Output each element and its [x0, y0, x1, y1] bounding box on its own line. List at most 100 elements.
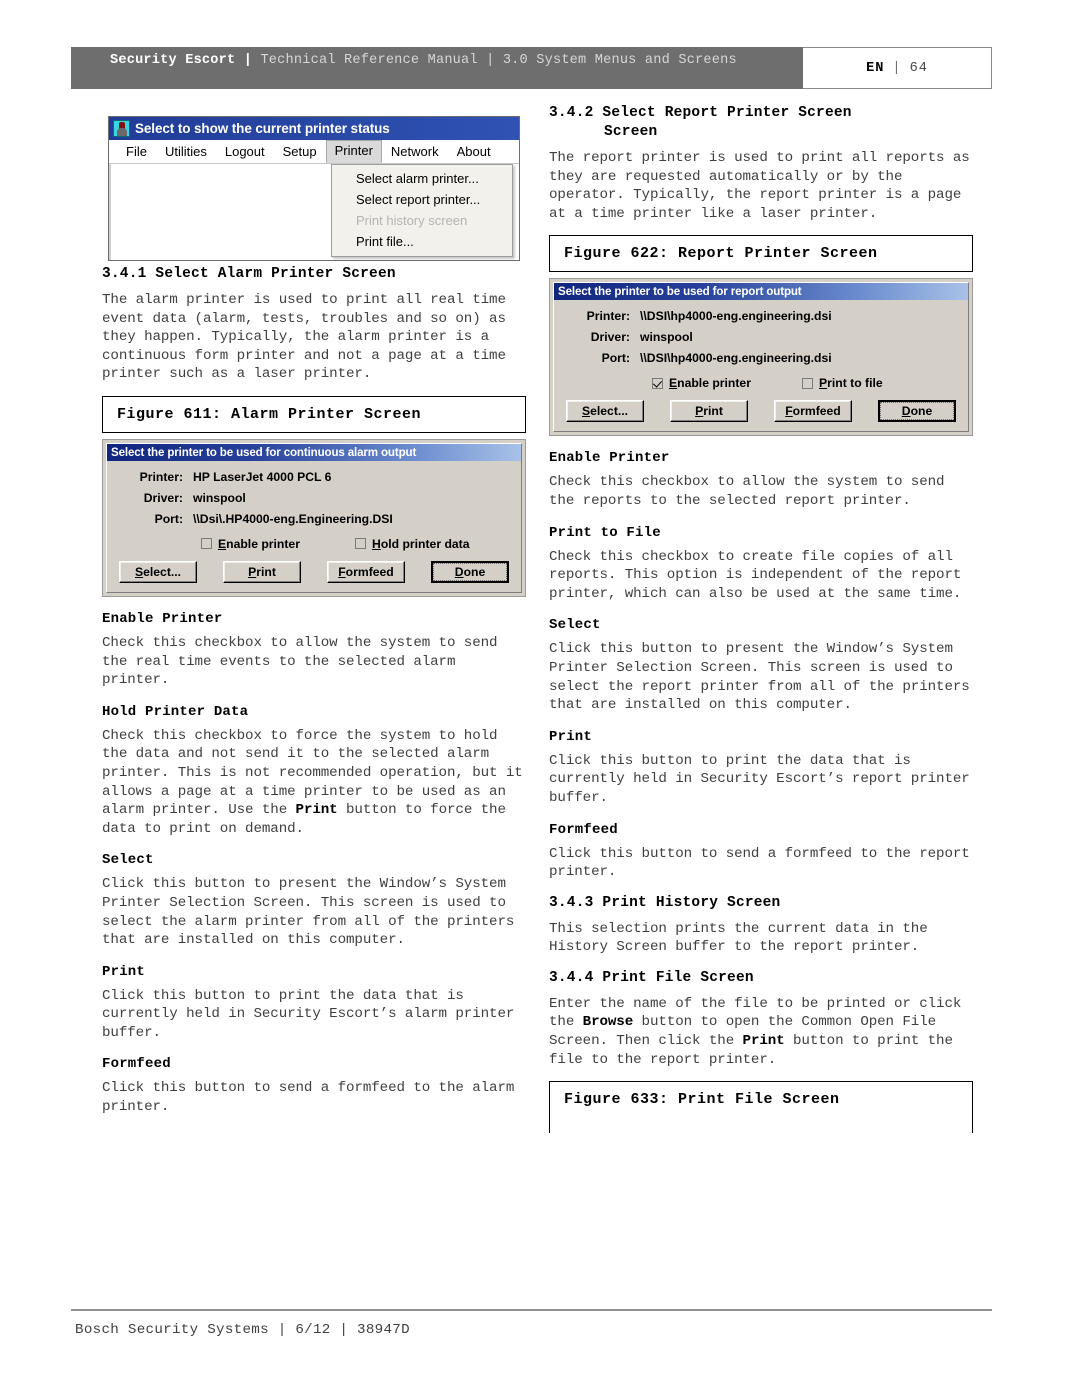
- section-342-number: 3.4.2: [549, 105, 594, 121]
- report-print-to-file-label: rint to file: [827, 376, 883, 391]
- header-page-indicator: EN | 64: [803, 47, 992, 89]
- menu-item-about[interactable]: About: [448, 141, 500, 163]
- report-dialog-inner: Select the printer to be used for report…: [553, 282, 969, 433]
- dropdown-item-print-file[interactable]: Print file...: [332, 231, 512, 252]
- report-printer-value: \\DSI\hp4000-eng.engineering.dsi: [640, 309, 832, 324]
- menu-item-logout[interactable]: Logout: [216, 141, 274, 163]
- menu-item-printer[interactable]: Printer: [325, 140, 382, 163]
- report-enable-printer-checkbox[interactable]: Enable printer: [652, 376, 802, 390]
- checkbox-box-icon[interactable]: [355, 538, 366, 550]
- section-heading-343: 3.4.3 Print History Screen: [549, 894, 973, 913]
- alarm-done-button[interactable]: Done: [431, 560, 509, 583]
- alarm-printer-dialog: Select the printer to be used for contin…: [102, 438, 526, 597]
- report-print-to-file-checkbox[interactable]: Print to file: [802, 376, 883, 390]
- section-343-title: Print History Screen: [602, 894, 781, 911]
- alarm-hold-data-accel: H: [372, 536, 381, 551]
- right-topic-heading-print-to-file: Print to File: [549, 524, 661, 541]
- checkbox-box-icon[interactable]: [802, 377, 813, 389]
- section-341-number: 3.4.1: [102, 266, 147, 282]
- section-342-title-cont: Screen: [604, 124, 658, 140]
- section-342-title: Select Report Printer Screen: [602, 105, 852, 121]
- alarm-enable-printer-label: nable printer: [226, 536, 300, 551]
- section-344-title: Print File Screen: [602, 969, 754, 986]
- left-topic-heading-enable-printer: Enable Printer: [102, 610, 223, 627]
- report-formfeed-accel: F: [785, 404, 793, 419]
- report-select-accel: S: [581, 404, 591, 419]
- left-column: 3.4.1 Select Alarm Printer Screen The al…: [102, 265, 526, 1129]
- right-column: 3.4.2 Select Report Printer Screen Scree…: [549, 104, 973, 1134]
- report-printer-dialog: Select the printer to be used for report…: [549, 278, 973, 437]
- report-dialog-buttons: Select... Print Formfeed Done: [554, 400, 968, 423]
- report-dialog-caption: Select the printer to be used for report…: [554, 283, 968, 301]
- alarm-enable-printer-accel: E: [218, 536, 227, 551]
- report-port-label: Port:: [601, 351, 630, 366]
- report-done-button[interactable]: Done: [878, 400, 956, 423]
- alarm-dialog-fields: Printer: HP LaserJet 4000 PCL 6 Driver: …: [107, 461, 521, 526]
- right-topic-body-formfeed: Click this button to send a formfeed to …: [549, 845, 970, 881]
- s344-browse-bold: Browse: [582, 1014, 634, 1031]
- report-formfeed-label: ormfeed: [792, 404, 841, 419]
- footer-text: Bosch Security Systems | 6/12 | 38947D: [75, 1322, 410, 1338]
- report-formfeed-button[interactable]: Formfeed: [774, 400, 852, 423]
- figure-622-caption-box: Figure 622: Report Printer Screen: [549, 235, 973, 273]
- alarm-port-label: Port:: [154, 511, 183, 526]
- report-field-driver: Driver: winspool: [554, 330, 968, 344]
- section-343-body: This selection prints the current data i…: [549, 920, 928, 956]
- left-topic-body-select: Click this button to present the Window’…: [102, 876, 515, 949]
- right-topic-body-enable-printer: Check this checkbox to allow the system …: [549, 474, 945, 509]
- checkbox-box-icon[interactable]: [201, 538, 212, 550]
- section-344-number: 3.4.4: [549, 969, 594, 986]
- left-topic-body-print: Click this button to print the data that…: [102, 987, 515, 1041]
- left-topic-heading-select: Select: [102, 852, 154, 869]
- report-enable-printer-accel: E: [669, 376, 678, 391]
- report-select-label: elect...: [590, 404, 629, 419]
- right-topic-heading-formfeed: Formfeed: [549, 821, 618, 838]
- report-done-label: one: [910, 404, 933, 419]
- checkbox-checked-icon[interactable]: [652, 377, 663, 389]
- right-topic-body-print: Click this button to print the data that…: [549, 752, 970, 806]
- report-print-button[interactable]: Print: [670, 400, 748, 423]
- header-title-block: Security Escort | Technical Reference Ma…: [71, 47, 803, 89]
- header-pipe: |: [892, 60, 902, 76]
- alarm-driver-label: Driver:: [143, 490, 183, 505]
- left-topic-body-hold-printer-data: Check this checkbox to force the system …: [102, 727, 526, 839]
- figure-611-caption: Figure 611: Alarm Printer Screen: [117, 405, 422, 423]
- alarm-hold-printer-data-checkbox[interactable]: Hold printer data: [355, 537, 470, 551]
- alarm-print-button[interactable]: Print: [223, 560, 301, 583]
- printer-status-icon: [113, 120, 130, 137]
- page-number: 64: [909, 60, 928, 76]
- printer-dropdown-menu: Select alarm printer... Select report pr…: [331, 164, 513, 257]
- header-subtitle: Technical Reference Manual | 3.0 System …: [260, 53, 737, 68]
- section-heading-342: 3.4.2 Select Report Printer Screen Scree…: [549, 104, 973, 142]
- page-header: Security Escort | Technical Reference Ma…: [71, 47, 992, 89]
- alarm-select-label: elect...: [143, 564, 182, 579]
- section-342-intro: The report printer is used to print all …: [549, 150, 970, 222]
- header-language: EN: [866, 60, 885, 76]
- report-select-button[interactable]: Select...: [566, 400, 644, 423]
- alarm-dialog-inner: Select the printer to be used for contin…: [106, 442, 522, 593]
- dropdown-item-select-alarm-printer[interactable]: Select alarm printer...: [332, 168, 512, 189]
- alarm-field-port: Port: \\Dsi\.HP4000-eng.Engineering.DSI: [107, 512, 521, 526]
- menu-item-utilities[interactable]: Utilities: [156, 141, 216, 163]
- section-heading-344: 3.4.4 Print File Screen: [549, 969, 973, 988]
- alarm-hold-data-label: old printer data: [380, 536, 470, 551]
- alarm-printer-label: Printer:: [139, 469, 183, 484]
- dropdown-item-select-report-printer[interactable]: Select report printer...: [332, 189, 512, 210]
- menu-item-file[interactable]: File: [117, 141, 156, 163]
- menu-item-setup[interactable]: Setup: [274, 141, 326, 163]
- section-344-body: Enter the name of the file to be printed…: [549, 995, 973, 1069]
- footer-divider: [71, 1309, 992, 1311]
- right-topic-body-select: Click this button to present the Window’…: [549, 641, 970, 714]
- alarm-dialog-buttons: Select... Print Formfeed Done: [107, 560, 521, 583]
- menu-item-network[interactable]: Network: [382, 141, 448, 163]
- left-topic-body-formfeed: Click this button to send a formfeed to …: [102, 1080, 515, 1116]
- alarm-enable-printer-checkbox[interactable]: Enable printer: [201, 537, 355, 551]
- app-window-titlebar: Select to show the current printer statu…: [109, 117, 519, 140]
- alarm-driver-value: winspool: [193, 490, 246, 505]
- alarm-printer-value: HP LaserJet 4000 PCL 6: [193, 469, 332, 484]
- report-field-port: Port: \\DSI\hp4000-eng.engineering.dsi: [554, 351, 968, 365]
- dropdown-item-print-history-screen: Print history screen: [356, 213, 468, 228]
- alarm-formfeed-button[interactable]: Formfeed: [327, 560, 405, 583]
- alarm-select-button[interactable]: Select...: [119, 560, 197, 583]
- alarm-field-printer: Printer: HP LaserJet 4000 PCL 6: [107, 470, 521, 484]
